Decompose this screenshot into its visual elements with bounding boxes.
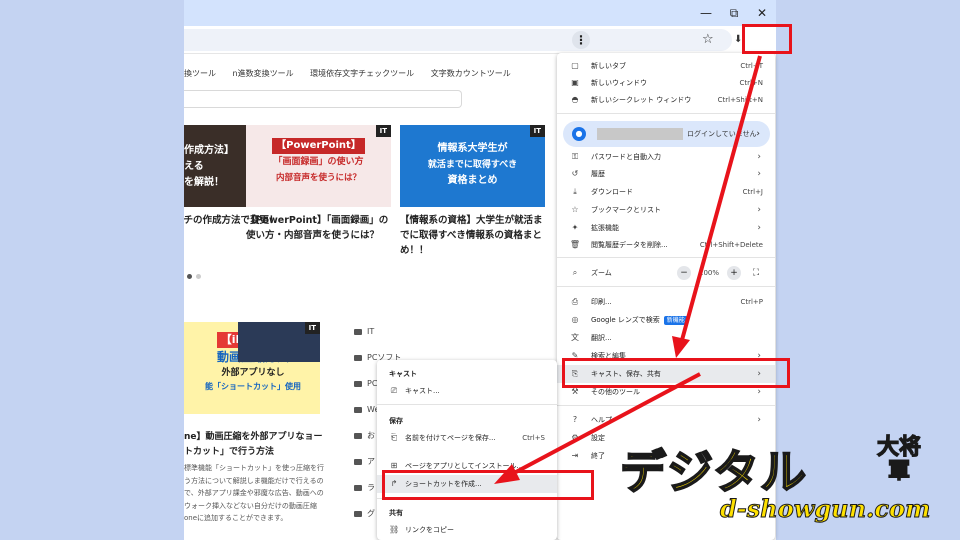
logo-main-text: デジタル	[619, 444, 808, 500]
arrow-line	[680, 55, 762, 341]
arrowhead	[494, 464, 520, 484]
arrowhead	[672, 336, 690, 358]
logo-url: d-showgun.com	[719, 494, 931, 524]
logo-side-text: 大将軍	[876, 435, 921, 484]
site-logo: デジタル 大将軍 d-showgun.com	[619, 435, 960, 540]
